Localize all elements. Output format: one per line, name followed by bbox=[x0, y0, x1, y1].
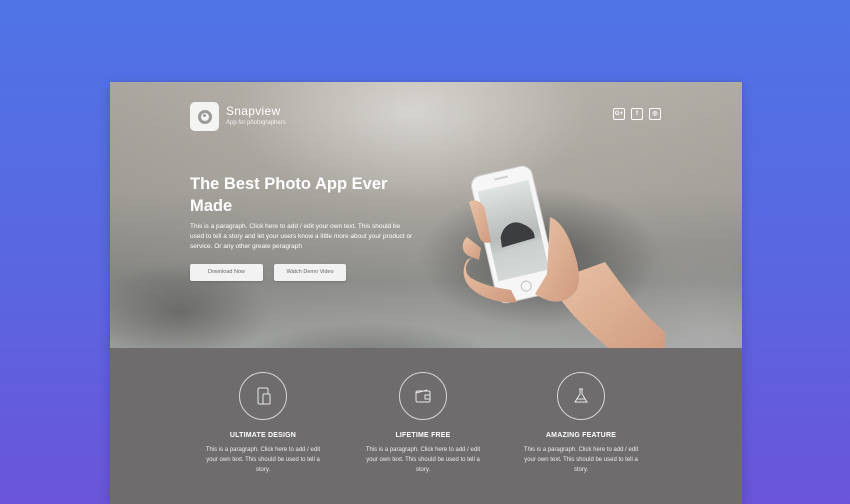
download-now-button[interactable]: Download Now bbox=[190, 264, 263, 281]
brand-tagline: App for photographers bbox=[226, 120, 286, 126]
devices-icon bbox=[239, 372, 287, 420]
feature-title: AMAZING FEATURE bbox=[545, 432, 617, 439]
feature-title: ULTIMATE DESIGN bbox=[229, 432, 297, 439]
watch-demo-video-button[interactable]: Watch Demo Video bbox=[274, 264, 346, 281]
hero-headline: The Best Photo App Ever Made bbox=[190, 175, 388, 215]
feature-title: LIFETIME FREE bbox=[395, 432, 451, 439]
brand-name[interactable]: Snapview bbox=[226, 104, 280, 118]
features-section: ULTIMATE DESIGN This is a paragraph. Cli… bbox=[110, 348, 742, 504]
instagram-icon[interactable]: ◎ bbox=[649, 108, 661, 120]
feature-amazing-feature: AMAZING FEATURE This is a paragraph. Cli… bbox=[511, 372, 651, 475]
landing-page-preview: Snapview App for photographers G+ f ◎ Th… bbox=[110, 82, 742, 504]
hand-holding-phone-image bbox=[462, 165, 665, 348]
google-plus-icon[interactable]: G+ bbox=[613, 108, 625, 120]
camera-lens-icon bbox=[197, 109, 212, 124]
feature-ultimate-design: ULTIMATE DESIGN This is a paragraph. Cli… bbox=[193, 372, 333, 475]
hero-section: Snapview App for photographers G+ f ◎ Th… bbox=[110, 82, 742, 348]
wallet-icon bbox=[399, 372, 447, 420]
feature-text: This is a paragraph. Click here to add /… bbox=[365, 447, 481, 473]
social-links: G+ f ◎ bbox=[613, 108, 661, 120]
feature-text: This is a paragraph. Click here to add /… bbox=[523, 447, 639, 473]
feature-text: This is a paragraph. Click here to add /… bbox=[205, 447, 321, 473]
hero-paragraph: This is a paragraph. Click here to add /… bbox=[190, 223, 413, 250]
flask-icon bbox=[557, 372, 605, 420]
feature-lifetime-free: LIFETIME FREE This is a paragraph. Click… bbox=[353, 372, 493, 475]
snapview-logo[interactable] bbox=[190, 102, 219, 131]
facebook-icon[interactable]: f bbox=[631, 108, 643, 120]
